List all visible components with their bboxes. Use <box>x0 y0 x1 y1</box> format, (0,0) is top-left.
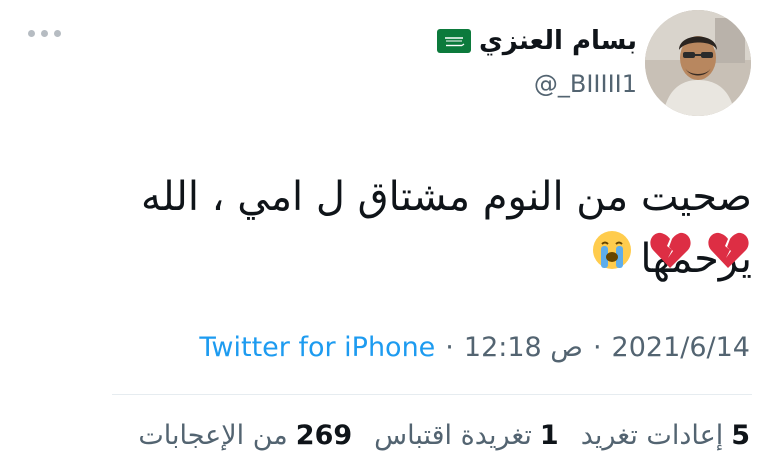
broken-heart-icon <box>708 232 749 268</box>
tweet-stats: 5إعادات تغريد 1تغريدة اقتباس 269من الإعج… <box>138 420 750 451</box>
user-handle[interactable]: @_BIIIII1 <box>534 70 637 98</box>
tweet-date[interactable]: 2021/6/14 <box>612 332 750 363</box>
quote-tweets-label: تغريدة اقتباس <box>374 420 532 451</box>
quote-tweets-count: 1 <box>539 420 559 451</box>
avatar-image <box>645 10 751 116</box>
retweets-stat[interactable]: 5إعادات تغريد <box>581 420 750 451</box>
display-name[interactable]: بسام العنزي <box>479 26 637 56</box>
tweet-source-link[interactable]: Twitter for iPhone <box>199 332 435 363</box>
meta-separator: · <box>592 332 602 363</box>
user-header[interactable]: بسام العنزي <box>436 26 637 56</box>
dot-icon <box>28 30 35 37</box>
broken-heart-icon <box>650 232 691 268</box>
retweets-label: إعادات تغريد <box>580 420 724 451</box>
likes-count: 269 <box>295 420 353 451</box>
likes-label: من الإعجابات <box>138 420 288 451</box>
avatar[interactable] <box>645 10 751 116</box>
likes-stat[interactable]: 269من الإعجابات <box>138 420 352 451</box>
quote-tweets-stat[interactable]: 1تغريدة اقتباس <box>374 420 559 451</box>
tweet-meta: Twitter for iPhone · 12:18 ص · 2021/6/14 <box>199 332 750 363</box>
divider <box>112 394 752 395</box>
more-options-icon[interactable] <box>28 30 61 37</box>
tweet-time[interactable]: 12:18 ص <box>464 332 583 363</box>
dot-icon <box>54 30 61 37</box>
meta-separator: · <box>445 332 454 363</box>
dot-icon <box>41 30 48 37</box>
retweets-count: 5 <box>731 420 750 451</box>
saudi-flag-icon <box>436 29 471 53</box>
crying-face-icon <box>593 231 631 269</box>
emoji-row <box>590 228 750 272</box>
